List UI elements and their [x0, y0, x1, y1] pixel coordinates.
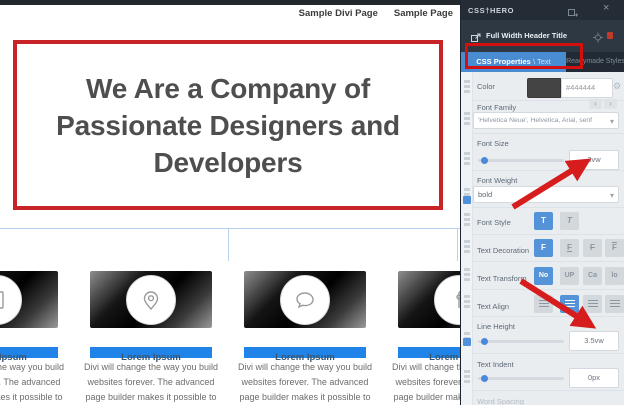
- site-preview: Sample Divi Page Sample Page We Are a Co…: [0, 0, 460, 405]
- text-align-right-button[interactable]: [583, 295, 602, 313]
- font-size-label: Font Size: [477, 139, 509, 148]
- font-size-slider[interactable]: [478, 159, 564, 162]
- blurb-text: Divi will change the way you build websi…: [83, 362, 219, 402]
- chevron-down-icon: ▾: [609, 117, 614, 126]
- prev-font-button[interactable]: ‹: [589, 99, 602, 109]
- selection-outline-vertical: [228, 228, 229, 261]
- text-decoration-strikethrough-button[interactable]: F: [583, 239, 602, 257]
- font-size-slider-thumb[interactable]: [481, 157, 488, 164]
- selected-element-name[interactable]: Full Width Header Title: [486, 31, 567, 40]
- blurb-title-highlight[interactable]: Lorem Ipsum: [398, 347, 460, 363]
- align-right-icon: [587, 300, 598, 308]
- text-transform-none-button[interactable]: No: [534, 267, 553, 285]
- text-decoration-label: Text Decoration: [477, 246, 530, 255]
- next-font-button[interactable]: ›: [604, 99, 617, 109]
- top-navigation: Sample Divi Page Sample Page: [299, 8, 453, 19]
- text-transform-capitalize-button[interactable]: Ca: [583, 267, 602, 285]
- chat-bubble-icon: [280, 275, 330, 325]
- word-spacing-label: Word Spacing: [477, 397, 524, 405]
- color-swatch[interactable]: [527, 78, 561, 98]
- blurb-text: Divi will change the way you build websi…: [391, 362, 460, 402]
- text-align-center-button[interactable]: [560, 295, 579, 313]
- chevron-down-icon: ▾: [609, 191, 614, 200]
- font-style-italic-button[interactable]: T: [560, 212, 579, 230]
- map-pin-icon: [126, 275, 176, 325]
- text-transform-lowercase-button[interactable]: lo: [605, 267, 624, 285]
- modified-marker: [463, 196, 471, 204]
- line-height-slider[interactable]: [478, 340, 564, 343]
- text-transform-uppercase-button[interactable]: UP: [560, 267, 579, 285]
- article-icon: [0, 275, 22, 325]
- align-left-icon: [538, 300, 549, 308]
- heading-annotation-rect: We Are a Company of Passionate Designers…: [13, 40, 443, 210]
- selection-outline-horizontal: [0, 228, 460, 229]
- font-style-label: Font Style: [477, 218, 511, 227]
- align-center-icon: [564, 300, 575, 308]
- color-input[interactable]: #444444: [561, 78, 613, 98]
- panel-titlebar: CSS†HERO ×: [461, 0, 624, 20]
- blurb-title-highlight[interactable]: Lorem Ipsum: [244, 347, 366, 363]
- blurb-image[interactable]: [0, 271, 58, 328]
- text-decoration-overline-button[interactable]: F: [605, 239, 624, 257]
- css-hero-logo: CSS†HERO: [468, 6, 515, 15]
- font-weight-label: Font Weight: [477, 176, 518, 185]
- blurb-column: Lorem Ipsum Divi will change the way you…: [84, 271, 218, 405]
- reset-icon[interactable]: [607, 32, 613, 39]
- nav-link-sample-page[interactable]: Sample Page: [394, 8, 453, 19]
- text-align-label: Text Align: [477, 302, 510, 311]
- font-weight-select[interactable]: bold ▾: [473, 186, 619, 203]
- text-indent-input[interactable]: 0px: [569, 368, 619, 388]
- page-title[interactable]: We Are a Company of Passionate Designers…: [17, 70, 439, 181]
- close-icon[interactable]: ×: [603, 2, 609, 14]
- blurb-image[interactable]: [90, 271, 212, 328]
- blurb-image[interactable]: [398, 271, 460, 328]
- blurb-title-highlight[interactable]: Lorem Ipsum: [90, 347, 212, 363]
- blurb-column: Lorem Ipsum Divi will change the way you…: [392, 271, 460, 405]
- css-hero-panel: CSS†HERO × Full Width Header Title CSS P…: [460, 0, 624, 405]
- font-style-normal-button[interactable]: T: [534, 212, 553, 230]
- sliders-icon: [434, 275, 460, 325]
- blurb-text: Divi will change the way you build websi…: [237, 362, 373, 402]
- admin-bar: [0, 0, 460, 5]
- text-decoration-underline-button[interactable]: F: [560, 239, 579, 257]
- font-family-label: Font Family: [477, 103, 517, 112]
- blurb-text: Divi will change the way you build websi…: [0, 362, 65, 402]
- selected-element-bar: Full Width Header Title: [461, 20, 624, 69]
- font-family-select[interactable]: 'Helvetica Neue', Helvetica, Arial, seri…: [473, 112, 619, 129]
- selection-outline-vertical: [457, 228, 458, 261]
- modified-marker: [463, 338, 471, 346]
- text-indent-label: Text Indent: [477, 360, 514, 369]
- property-gutter: [461, 72, 473, 405]
- nav-link-sample-divi-page[interactable]: Sample Divi Page: [299, 8, 378, 19]
- properties-list: Color #444444 ⚙ Font Family ‹ › 'Helveti…: [461, 72, 624, 405]
- color-label: Color: [477, 82, 495, 91]
- text-align-left-button[interactable]: [534, 295, 553, 313]
- blurb-column: Lorem Ipsum Divi will change the way you…: [0, 271, 64, 405]
- line-height-input[interactable]: 3.5vw: [569, 331, 619, 351]
- blurb-title-highlight[interactable]: Lorem Ipsum: [0, 347, 58, 363]
- gear-icon[interactable]: ⚙: [613, 81, 621, 92]
- text-align-justify-button[interactable]: [605, 295, 624, 313]
- element-annotation-rect: [465, 43, 583, 69]
- text-indent-slider-thumb[interactable]: [481, 375, 488, 382]
- text-transform-label: Text Transform: [477, 274, 527, 283]
- app-window: Sample Divi Page Sample Page We Are a Co…: [0, 0, 624, 405]
- font-size-input[interactable]: 3vw: [569, 150, 619, 170]
- blurb-image[interactable]: [244, 271, 366, 328]
- line-height-label: Line Height: [477, 322, 515, 331]
- text-indent-slider[interactable]: [478, 377, 564, 380]
- text-decoration-none-button[interactable]: F: [534, 239, 553, 257]
- target-icon[interactable]: [593, 30, 603, 48]
- blurb-column: Lorem Ipsum Divi will change the way you…: [238, 271, 372, 405]
- line-height-slider-thumb[interactable]: [481, 338, 488, 345]
- align-justify-icon: [609, 300, 620, 308]
